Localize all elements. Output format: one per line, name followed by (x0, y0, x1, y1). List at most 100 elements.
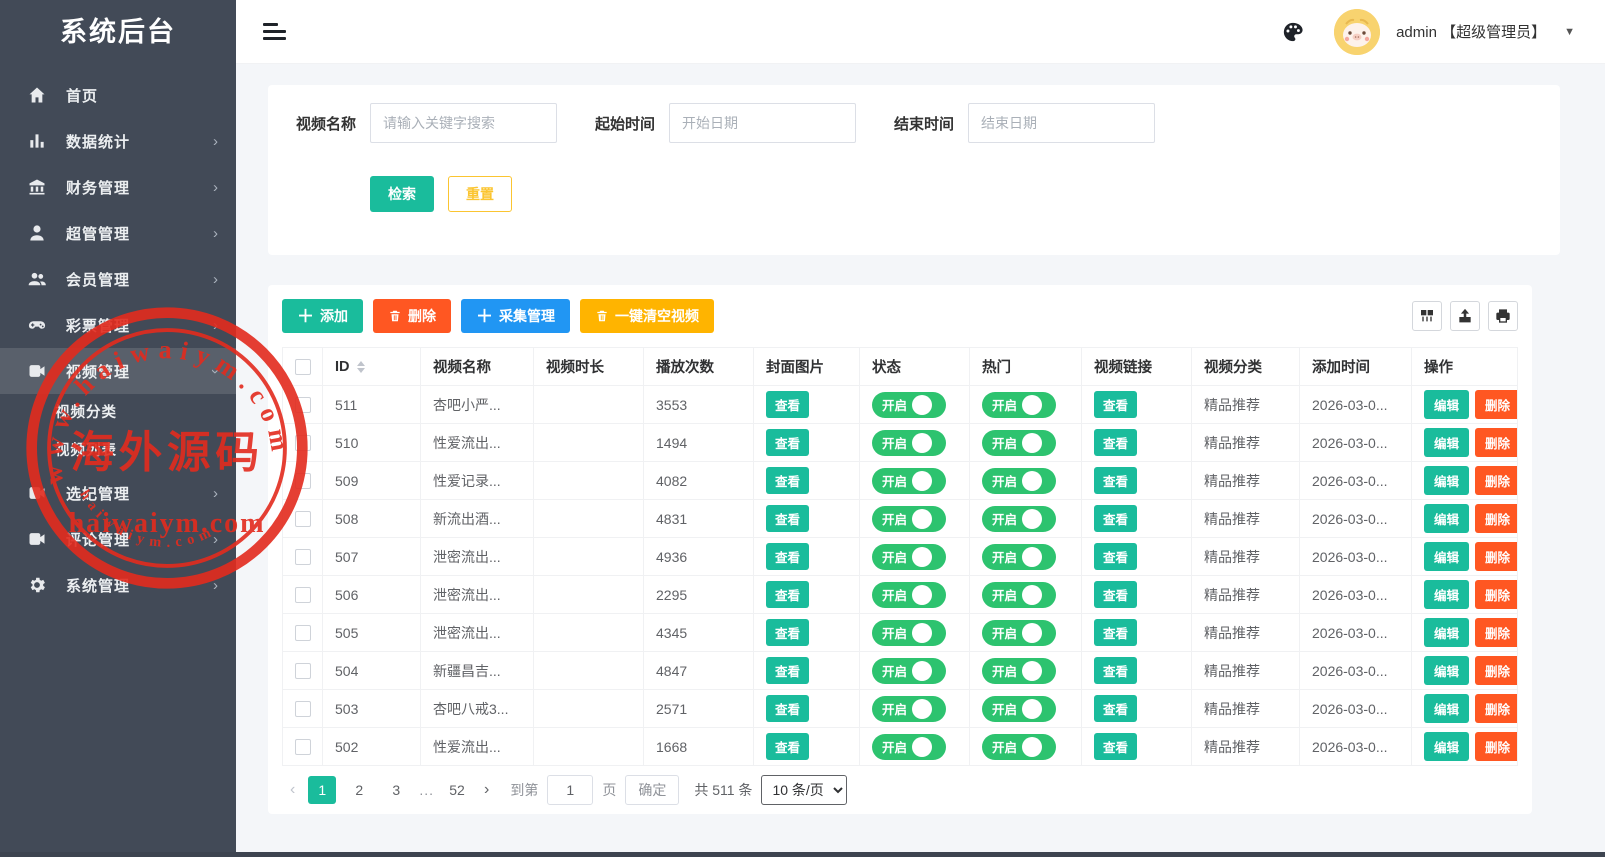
sidebar-item-8-评论管理[interactable]: 评论管理 › (0, 516, 236, 562)
collect-manage-button[interactable]: ＋采集管理 (461, 299, 570, 333)
search-button[interactable]: 检索 (370, 176, 434, 212)
link-view-button[interactable]: 查看 (1094, 695, 1137, 722)
link-view-button[interactable]: 查看 (1094, 391, 1137, 418)
status-toggle[interactable]: 开启 (872, 392, 946, 418)
sort-icon[interactable] (357, 357, 365, 377)
hot-toggle[interactable]: 开启 (982, 430, 1056, 456)
row-checkbox[interactable] (295, 435, 311, 451)
cover-view-button[interactable]: 查看 (766, 467, 809, 494)
edit-button[interactable]: 编辑 (1424, 428, 1469, 457)
hot-toggle[interactable]: 开启 (982, 582, 1056, 608)
row-delete-button[interactable]: 删除 (1475, 390, 1517, 419)
row-checkbox[interactable] (295, 739, 311, 755)
cover-view-button[interactable]: 查看 (766, 657, 809, 684)
delete-button[interactable]: 删除 (373, 299, 451, 333)
cover-view-button[interactable]: 查看 (766, 429, 809, 456)
sidebar-item-4-会员管理[interactable]: 会员管理 › (0, 256, 236, 302)
edit-button[interactable]: 编辑 (1424, 732, 1469, 761)
avatar[interactable] (1334, 9, 1380, 55)
status-toggle[interactable]: 开启 (872, 430, 946, 456)
hot-toggle[interactable]: 开启 (982, 468, 1056, 494)
status-toggle[interactable]: 开启 (872, 620, 946, 646)
video-name-input[interactable] (370, 103, 557, 143)
hot-toggle[interactable]: 开启 (982, 734, 1056, 760)
row-delete-button[interactable]: 删除 (1475, 656, 1517, 685)
cover-view-button[interactable]: 查看 (766, 695, 809, 722)
page-button-2[interactable]: 2 (345, 776, 373, 804)
link-view-button[interactable]: 查看 (1094, 543, 1137, 570)
prev-page-icon[interactable]: ‹ (286, 781, 299, 799)
link-view-button[interactable]: 查看 (1094, 733, 1137, 760)
row-delete-button[interactable]: 删除 (1475, 618, 1517, 647)
menu-toggle-icon[interactable] (263, 19, 287, 45)
user-dropdown-caret-icon[interactable]: ▼ (1564, 26, 1575, 38)
sidebar-item-2-财务管理[interactable]: 财务管理 › (0, 164, 236, 210)
status-toggle[interactable]: 开启 (872, 468, 946, 494)
row-checkbox[interactable] (295, 397, 311, 413)
page-button-52[interactable]: 52 (443, 776, 471, 804)
row-checkbox[interactable] (295, 701, 311, 717)
sidebar-subitem-视频列表[interactable]: 视频列表 (0, 432, 236, 470)
hot-toggle[interactable]: 开启 (982, 658, 1056, 684)
export-button[interactable] (1450, 301, 1480, 331)
print-button[interactable] (1488, 301, 1518, 331)
row-delete-button[interactable]: 删除 (1475, 504, 1517, 533)
row-checkbox[interactable] (295, 549, 311, 565)
hot-toggle[interactable]: 开启 (982, 696, 1056, 722)
cover-view-button[interactable]: 查看 (766, 391, 809, 418)
add-button[interactable]: ＋添加 (282, 299, 363, 333)
edit-button[interactable]: 编辑 (1424, 390, 1469, 419)
edit-button[interactable]: 编辑 (1424, 694, 1469, 723)
edit-button[interactable]: 编辑 (1424, 580, 1469, 609)
status-toggle[interactable]: 开启 (872, 696, 946, 722)
page-button-3[interactable]: 3 (382, 776, 410, 804)
cover-view-button[interactable]: 查看 (766, 733, 809, 760)
row-checkbox[interactable] (295, 663, 311, 679)
row-checkbox[interactable] (295, 625, 311, 641)
row-delete-button[interactable]: 删除 (1475, 694, 1517, 723)
row-checkbox[interactable] (295, 473, 311, 489)
status-toggle[interactable]: 开启 (872, 658, 946, 684)
reset-button[interactable]: 重置 (448, 176, 512, 212)
sidebar-item-9-系统管理[interactable]: 系统管理 › (0, 562, 236, 608)
columns-filter-button[interactable] (1412, 301, 1442, 331)
status-toggle[interactable]: 开启 (872, 582, 946, 608)
link-view-button[interactable]: 查看 (1094, 657, 1137, 684)
link-view-button[interactable]: 查看 (1094, 505, 1137, 532)
cover-view-button[interactable]: 查看 (766, 581, 809, 608)
sidebar-item-3-超管管理[interactable]: 超管管理 › (0, 210, 236, 256)
row-checkbox[interactable] (295, 511, 311, 527)
hot-toggle[interactable]: 开启 (982, 392, 1056, 418)
sidebar-item-6-视频管理[interactable]: 视频管理 › (0, 348, 236, 394)
status-toggle[interactable]: 开启 (872, 506, 946, 532)
row-delete-button[interactable]: 删除 (1475, 732, 1517, 761)
sidebar-item-1-数据统计[interactable]: 数据统计 › (0, 118, 236, 164)
cover-view-button[interactable]: 查看 (766, 619, 809, 646)
theme-palette-icon[interactable] (1282, 21, 1304, 43)
edit-button[interactable]: 编辑 (1424, 504, 1469, 533)
sidebar-item-0-首页[interactable]: 首页 › (0, 72, 236, 118)
goto-page-input[interactable] (547, 775, 593, 805)
row-delete-button[interactable]: 删除 (1475, 542, 1517, 571)
sidebar-item-5-彩票管理[interactable]: 彩票管理 › (0, 302, 236, 348)
edit-button[interactable]: 编辑 (1424, 656, 1469, 685)
link-view-button[interactable]: 查看 (1094, 619, 1137, 646)
next-page-icon[interactable]: › (480, 781, 493, 799)
sidebar-subitem-视频分类[interactable]: 视频分类 (0, 394, 236, 432)
hot-toggle[interactable]: 开启 (982, 544, 1056, 570)
row-delete-button[interactable]: 删除 (1475, 466, 1517, 495)
per-page-select[interactable]: 10 条/页 (761, 775, 847, 805)
end-date-input[interactable] (968, 103, 1155, 143)
edit-button[interactable]: 编辑 (1424, 466, 1469, 495)
cover-view-button[interactable]: 查看 (766, 543, 809, 570)
edit-button[interactable]: 编辑 (1424, 542, 1469, 571)
link-view-button[interactable]: 查看 (1094, 467, 1137, 494)
goto-confirm-button[interactable]: 确定 (625, 775, 679, 805)
cover-view-button[interactable]: 查看 (766, 505, 809, 532)
edit-button[interactable]: 编辑 (1424, 618, 1469, 647)
start-date-input[interactable] (669, 103, 856, 143)
row-checkbox[interactable] (295, 587, 311, 603)
link-view-button[interactable]: 查看 (1094, 429, 1137, 456)
page-button-1[interactable]: 1 (308, 776, 336, 804)
sidebar-item-7-选妃管理[interactable]: 选妃管理 › (0, 470, 236, 516)
